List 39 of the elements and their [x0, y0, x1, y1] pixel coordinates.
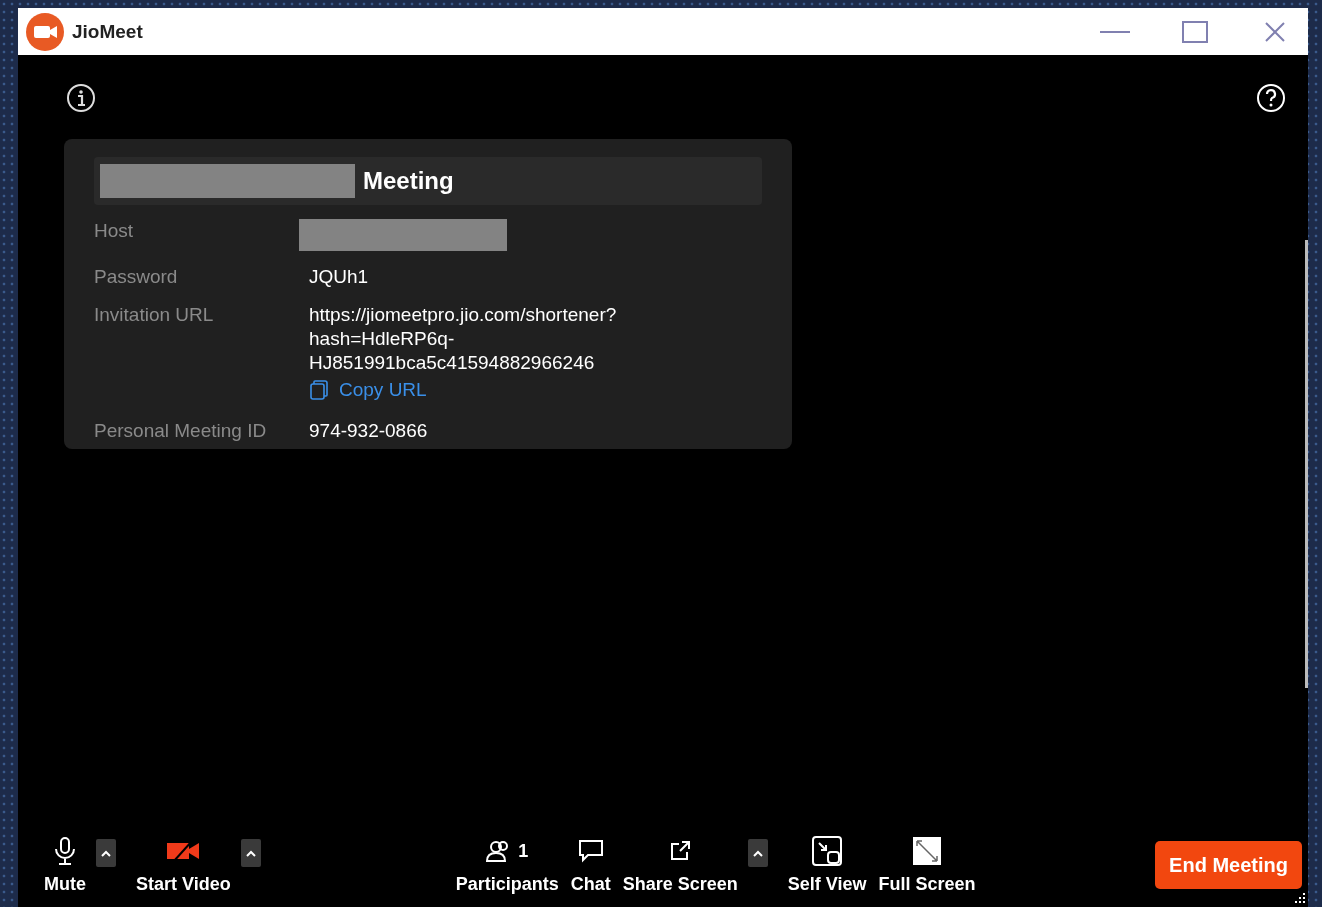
- share-icon: [669, 840, 692, 862]
- caret-button[interactable]: [96, 839, 116, 867]
- microphone-icon: [53, 836, 77, 866]
- chat-icon: [577, 838, 604, 864]
- video-off-icon: [166, 840, 201, 862]
- chevron-up-icon: [101, 849, 111, 857]
- window-title: JioMeet: [72, 20, 143, 43]
- mic-button[interactable]: Mute: [38, 836, 92, 895]
- caret-button[interactable]: [747, 839, 768, 867]
- copy-url-link[interactable]: Copy URL: [309, 379, 427, 401]
- field-value: JQUh1: [309, 265, 369, 289]
- help-icon[interactable]: [1256, 83, 1286, 113]
- full-screen-button[interactable]: Full Screen: [872, 836, 982, 895]
- field-label: Invitation URL: [94, 303, 215, 327]
- chevron-up-icon: [752, 849, 763, 857]
- invitation-url: https://jiomeetpro.jio.com/shortener? hash=HdleRP6q- HJ851991bca5c41594882966246: [309, 303, 617, 375]
- end-meeting-button[interactable]: End Meeting: [1155, 841, 1302, 889]
- self-view-button[interactable]: Self View: [781, 836, 873, 895]
- maximize-icon: [1182, 20, 1208, 43]
- scrollbar[interactable]: [1305, 240, 1308, 688]
- video-off-button[interactable]: Start Video: [130, 836, 237, 895]
- info-icon[interactable]: [66, 83, 96, 113]
- field-label: Password: [94, 265, 179, 289]
- resize-grip-icon[interactable]: [1292, 891, 1306, 905]
- share-button[interactable]: Share Screen: [616, 836, 744, 895]
- field-label: Host: [94, 219, 135, 243]
- chat-button[interactable]: Chat: [564, 836, 617, 895]
- close-icon: [1264, 20, 1286, 43]
- full-screen-icon: [912, 836, 943, 866]
- participant-count: 1: [518, 840, 529, 862]
- chevron-up-icon: [245, 849, 256, 857]
- meeting-title: Meeting: [363, 167, 454, 195]
- participants-button[interactable]: 1 Participants: [449, 836, 565, 895]
- copy-icon: [309, 379, 329, 401]
- field-label: Personal Meeting ID: [94, 419, 268, 443]
- field-value: 974-932-0866: [309, 419, 428, 443]
- caret-button[interactable]: [240, 839, 261, 867]
- logo-icon: [26, 12, 64, 51]
- self-view-icon: [811, 835, 844, 867]
